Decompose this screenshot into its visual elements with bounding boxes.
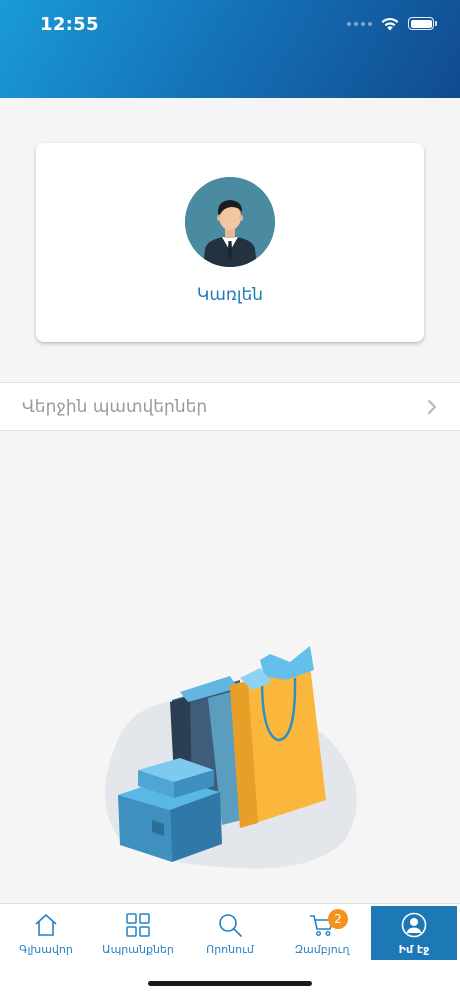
tab-cart-label: Զամբյուղ (294, 943, 350, 956)
battery-icon (408, 17, 437, 30)
grid-icon (126, 913, 150, 937)
cart-badge: 2 (328, 909, 348, 929)
status-indicators (347, 16, 437, 31)
profile-card[interactable]: Կառլեն (36, 143, 424, 342)
status-time: 12:55 (40, 14, 99, 35)
tab-search-label: Որոնում (206, 943, 254, 956)
chevron-right-icon (428, 399, 436, 414)
person-avatar-icon[interactable] (185, 177, 275, 267)
home-icon (35, 914, 57, 936)
header: 12:55 (0, 0, 460, 98)
signal-icon (347, 21, 372, 26)
tab-my-page-label: Իմ էջ (398, 943, 430, 956)
page: 12:55 Կառլեն Վերջին պատվերներ Գլխավոր Ապ… (0, 0, 460, 996)
user-name: Կառլեն (196, 285, 264, 305)
tab-search[interactable]: Որոնում (187, 906, 273, 960)
recent-orders-label: Վերջին պատվերներ (22, 396, 208, 417)
tab-my-page[interactable]: Իմ էջ (371, 906, 457, 960)
tab-cart[interactable]: 2 Զամբյուղ (279, 906, 365, 960)
tab-products-label: Ապրանքներ (102, 943, 174, 956)
search-icon (219, 914, 242, 937)
tab-home[interactable]: Գլխավոր (3, 906, 89, 960)
recent-orders-link[interactable]: Վերջին պատվերներ (0, 382, 460, 431)
home-indicator (148, 981, 312, 986)
user-circle-icon (401, 912, 427, 938)
tab-products[interactable]: Ապրանքներ (95, 906, 181, 960)
shopping-bags-boxes-illustration (105, 646, 357, 869)
tab-home-label: Գլխավոր (19, 943, 73, 956)
wifi-icon (381, 17, 399, 31)
